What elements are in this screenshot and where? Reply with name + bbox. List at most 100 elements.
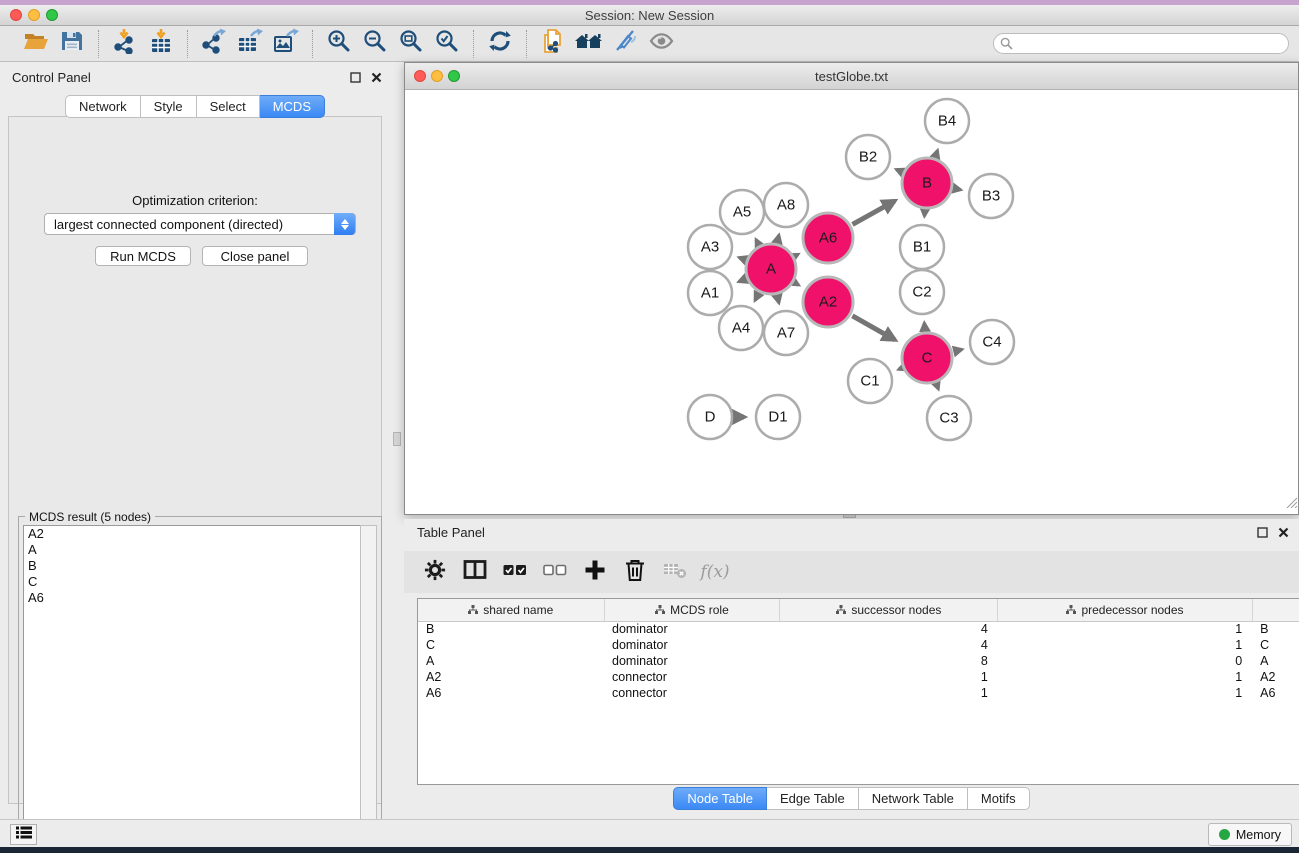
mcds-result-item[interactable]: A6: [24, 590, 361, 606]
result-list-scrollbar[interactable]: [360, 525, 377, 848]
edge-A-A2[interactable]: [795, 283, 798, 285]
tab-edge-table[interactable]: Edge Table: [767, 787, 859, 810]
edge-A-A4[interactable]: [755, 294, 758, 300]
node-C3[interactable]: C3: [927, 396, 971, 440]
clone-network-button[interactable]: [535, 29, 571, 59]
close-panel-icon[interactable]: [371, 70, 382, 88]
refresh-button[interactable]: [482, 29, 518, 59]
memory-button[interactable]: Memory: [1208, 823, 1292, 846]
cell-shared_name[interactable]: C: [418, 637, 604, 653]
mcds-result-item[interactable]: A: [24, 542, 361, 558]
tab-network-table[interactable]: Network Table: [859, 787, 968, 810]
node-C[interactable]: C: [902, 333, 952, 383]
mcds-result-item[interactable]: C: [24, 574, 361, 590]
cell-shared_name[interactable]: B: [418, 621, 604, 637]
cell-shared_name[interactable]: A2: [418, 669, 604, 685]
edge-A-A1[interactable]: [739, 279, 745, 281]
float-table-panel-icon[interactable]: [1257, 525, 1268, 543]
cell-mcds_role[interactable]: connector: [604, 669, 780, 685]
cell-name[interactable]: C: [1252, 637, 1299, 653]
main-titlebar[interactable]: Session: New Session: [0, 5, 1299, 26]
cell-predecessor_nodes[interactable]: 1: [998, 621, 1252, 637]
edge-A-A7[interactable]: [777, 296, 779, 303]
export-network-button[interactable]: [196, 29, 232, 59]
edge-B-B4[interactable]: [936, 151, 938, 157]
export-table-button[interactable]: [232, 29, 268, 59]
edge-B-B2[interactable]: [896, 170, 901, 172]
zoom-selected-button[interactable]: [429, 29, 465, 59]
delete-column-button[interactable]: [622, 559, 648, 585]
edge-A6-B[interactable]: [852, 201, 894, 224]
cell-name[interactable]: A: [1252, 653, 1299, 669]
edge-C-C4[interactable]: [954, 349, 962, 351]
cell-successor_nodes[interactable]: 8: [780, 653, 998, 669]
node-C4[interactable]: C4: [970, 320, 1014, 364]
cell-name[interactable]: A6: [1252, 685, 1299, 701]
column-view-button[interactable]: [462, 559, 488, 585]
node-A[interactable]: A: [746, 244, 796, 294]
cell-mcds_role[interactable]: dominator: [604, 653, 780, 669]
close-panel-button[interactable]: Close panel: [202, 246, 308, 266]
float-panel-icon[interactable]: [350, 70, 361, 88]
table-settings-button[interactable]: [422, 559, 448, 585]
node-A5[interactable]: A5: [720, 190, 764, 234]
edge-C-C3[interactable]: [937, 384, 939, 389]
node-A6[interactable]: A6: [803, 213, 853, 263]
show-graphics-button[interactable]: [643, 29, 679, 59]
column-header-shared_name[interactable]: shared name: [418, 599, 604, 621]
table-row[interactable]: A2connector11A2: [418, 669, 1299, 685]
cell-predecessor_nodes[interactable]: 0: [998, 653, 1252, 669]
column-header-successor_nodes[interactable]: successor nodes: [780, 599, 998, 621]
node-A3[interactable]: A3: [688, 225, 732, 269]
network-canvas[interactable]: B4B2BB3A8A5A6A3B1AC2A1A2A4A7C4CC1C3DD1: [405, 90, 1298, 514]
deselect-all-columns-button[interactable]: [542, 559, 568, 585]
close-table-panel-icon[interactable]: [1278, 525, 1289, 543]
edge-A-A3[interactable]: [739, 258, 744, 260]
cell-successor_nodes[interactable]: 1: [780, 669, 998, 685]
table-row[interactable]: Bdominator41B: [418, 621, 1299, 637]
column-header-predecessor_nodes[interactable]: predecessor nodes: [998, 599, 1252, 621]
tab-motifs[interactable]: Motifs: [968, 787, 1030, 810]
node-C2[interactable]: C2: [900, 270, 944, 314]
open-file-button[interactable]: [18, 29, 54, 59]
zoom-in-button[interactable]: [321, 29, 357, 59]
tab-network[interactable]: Network: [65, 95, 141, 118]
window-resize-grip[interactable]: [1284, 495, 1297, 513]
edge-A-A8[interactable]: [777, 235, 779, 242]
node-A7[interactable]: A7: [764, 311, 808, 355]
save-session-button[interactable]: [54, 29, 90, 59]
network-window-titlebar[interactable]: testGlobe.txt: [405, 63, 1298, 90]
export-image-button[interactable]: [268, 29, 304, 59]
criterion-select[interactable]: largest connected component (directed): [44, 213, 356, 235]
cell-successor_nodes[interactable]: 4: [780, 637, 998, 653]
edge-B-B3[interactable]: [954, 189, 960, 190]
node-A2[interactable]: A2: [803, 277, 853, 327]
vertical-split-grip[interactable]: [393, 432, 401, 446]
node-A4[interactable]: A4: [719, 306, 763, 350]
task-history-button[interactable]: [10, 824, 37, 845]
edge-A-A5[interactable]: [756, 240, 758, 244]
import-table-button[interactable]: [143, 29, 179, 59]
table-row[interactable]: Adominator80A: [418, 653, 1299, 669]
zoom-out-button[interactable]: [357, 29, 393, 59]
cell-mcds_role[interactable]: connector: [604, 685, 780, 701]
mcds-result-item[interactable]: B: [24, 558, 361, 574]
node-D1[interactable]: D1: [756, 395, 800, 439]
column-header-mcds_role[interactable]: MCDS role: [604, 599, 780, 621]
node-B1[interactable]: B1: [900, 225, 944, 269]
cell-successor_nodes[interactable]: 1: [780, 685, 998, 701]
cell-shared_name[interactable]: A: [418, 653, 604, 669]
cell-name[interactable]: A2: [1252, 669, 1299, 685]
cell-predecessor_nodes[interactable]: 1: [998, 637, 1252, 653]
cell-mcds_role[interactable]: dominator: [604, 621, 780, 637]
edge-C-C1[interactable]: [899, 368, 901, 369]
node-C1[interactable]: C1: [848, 359, 892, 403]
node-D[interactable]: D: [688, 395, 732, 439]
create-column-button[interactable]: [582, 559, 608, 585]
node-B[interactable]: B: [902, 158, 952, 208]
search-input[interactable]: [993, 33, 1289, 54]
edge-A-A6[interactable]: [796, 254, 799, 255]
cell-shared_name[interactable]: A6: [418, 685, 604, 701]
select-all-columns-button[interactable]: [502, 559, 528, 585]
run-mcds-button[interactable]: Run MCDS: [95, 246, 191, 266]
